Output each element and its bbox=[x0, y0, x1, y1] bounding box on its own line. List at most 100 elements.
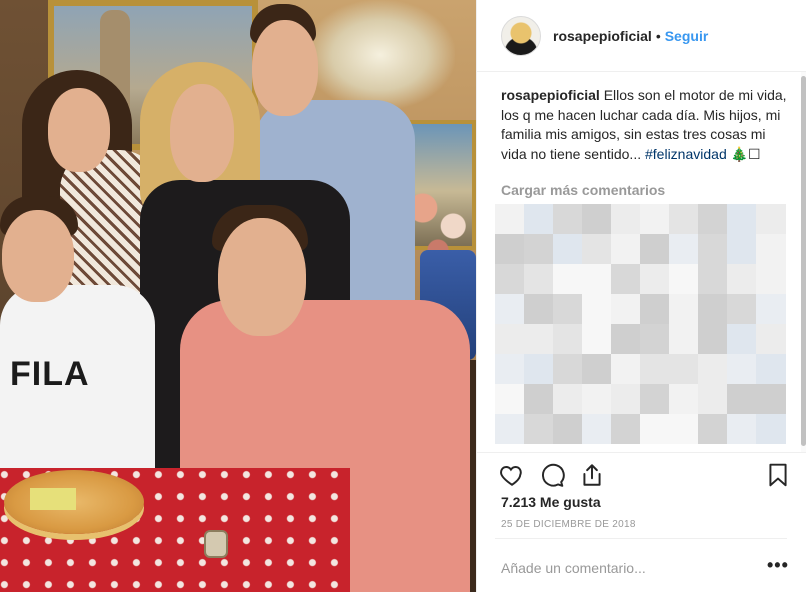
save-button[interactable] bbox=[765, 462, 791, 488]
comment-button[interactable] bbox=[539, 462, 565, 488]
blurred-comment-pixel bbox=[524, 414, 554, 444]
blurred-comment-pixel bbox=[611, 324, 641, 354]
blurred-comment-pixel bbox=[553, 264, 583, 294]
blurred-comment-pixel bbox=[640, 384, 670, 414]
blurred-comment-pixel bbox=[640, 294, 670, 324]
blurred-comment-pixel bbox=[756, 324, 786, 354]
photo-cake-card bbox=[30, 488, 76, 510]
blurred-comment-pixel bbox=[756, 234, 786, 264]
blurred-comment-pixel bbox=[611, 264, 641, 294]
photo-chandelier bbox=[305, 0, 455, 110]
caption-username[interactable]: rosapepioficial bbox=[501, 87, 600, 103]
blurred-comment-pixel bbox=[669, 264, 699, 294]
blurred-comment-pixel bbox=[640, 234, 670, 264]
post-header: rosapepioficial • Seguir bbox=[477, 0, 806, 72]
photo-person-face bbox=[218, 218, 306, 336]
comment-input[interactable] bbox=[501, 557, 751, 579]
blurred-comment-pixel bbox=[611, 204, 641, 234]
blurred-comment-pixel bbox=[727, 324, 757, 354]
blurred-comment-pixel bbox=[669, 204, 699, 234]
photo-person-face bbox=[252, 20, 318, 116]
blurred-comment-pixel bbox=[495, 264, 525, 294]
blurred-comment-pixel bbox=[756, 354, 786, 384]
post-date[interactable]: 25 DE DICIEMBRE DE 2018 bbox=[501, 519, 636, 530]
photo-person-face bbox=[2, 210, 74, 302]
divider bbox=[495, 538, 787, 539]
blurred-comment-pixel bbox=[553, 204, 583, 234]
blurred-comment-pixel bbox=[524, 324, 554, 354]
blurred-comment-pixel bbox=[524, 384, 554, 414]
blurred-comment-pixel bbox=[553, 414, 583, 444]
post-side-panel: rosapepioficial • Seguir rosapepioficial… bbox=[476, 0, 806, 592]
blurred-comment-pixel bbox=[669, 354, 699, 384]
heart-icon bbox=[500, 466, 522, 486]
blurred-comments bbox=[495, 204, 787, 444]
header-separator: • bbox=[655, 27, 661, 44]
blurred-comment-pixel bbox=[727, 354, 757, 384]
blurred-comment-pixel bbox=[495, 294, 525, 324]
blurred-comment-pixel bbox=[553, 324, 583, 354]
blurred-comment-pixel bbox=[698, 204, 728, 234]
blurred-comment-pixel bbox=[611, 384, 641, 414]
blurred-comment-pixel bbox=[524, 294, 554, 324]
blurred-comment-pixel bbox=[756, 294, 786, 324]
blurred-comment-pixel bbox=[582, 264, 612, 294]
blurred-comment-pixel bbox=[495, 204, 525, 234]
blurred-comment-pixel bbox=[698, 384, 728, 414]
blurred-comment-pixel bbox=[669, 294, 699, 324]
caption-hashtag[interactable]: #feliznavidad bbox=[645, 146, 727, 162]
divider bbox=[477, 452, 806, 453]
blurred-comment-pixel bbox=[669, 384, 699, 414]
blurred-comment-pixel bbox=[756, 384, 786, 414]
photo-person-face bbox=[170, 84, 234, 182]
like-button[interactable] bbox=[499, 462, 525, 488]
blurred-comment-pixel bbox=[582, 384, 612, 414]
blurred-comment-pixel bbox=[698, 414, 728, 444]
blurred-comment-pixel bbox=[553, 384, 583, 414]
likes-count[interactable]: 7.213 Me gusta bbox=[501, 494, 601, 510]
blurred-comment-pixel bbox=[698, 354, 728, 384]
blurred-comment-pixel bbox=[727, 234, 757, 264]
comment-bubble-icon bbox=[542, 463, 565, 487]
blurred-comment-pixel bbox=[553, 294, 583, 324]
blurred-comment-pixel bbox=[495, 384, 525, 414]
blurred-comment-pixel bbox=[640, 324, 670, 354]
post-caption: rosapepioficial Ellos son el motor de mi… bbox=[501, 86, 787, 164]
blurred-comment-pixel bbox=[582, 324, 612, 354]
follow-button[interactable]: Seguir bbox=[665, 28, 709, 44]
avatar[interactable] bbox=[501, 15, 541, 56]
blurred-comment-pixel bbox=[495, 234, 525, 264]
post-actions bbox=[499, 462, 791, 488]
blurred-comment-pixel bbox=[582, 294, 612, 324]
blurred-comment-pixel bbox=[669, 414, 699, 444]
bookmark-icon bbox=[769, 463, 787, 487]
blurred-comment-pixel bbox=[669, 234, 699, 264]
photo-person-face bbox=[48, 88, 110, 172]
blurred-comment-pixel bbox=[727, 264, 757, 294]
share-icon bbox=[583, 464, 601, 486]
header-username[interactable]: rosapepioficial bbox=[553, 28, 652, 44]
blurred-comment-pixel bbox=[524, 354, 554, 384]
blurred-comment-pixel bbox=[495, 414, 525, 444]
blurred-comment-pixel bbox=[582, 204, 612, 234]
blurred-comment-pixel bbox=[524, 204, 554, 234]
scrollbar-thumb[interactable] bbox=[801, 76, 806, 446]
blurred-comment-pixel bbox=[727, 384, 757, 414]
blurred-comment-pixel bbox=[495, 354, 525, 384]
comments-scrollbar[interactable] bbox=[801, 72, 806, 452]
share-button[interactable] bbox=[579, 462, 605, 488]
blurred-comment-pixel bbox=[582, 354, 612, 384]
blurred-comment-pixel bbox=[640, 264, 670, 294]
post-photo[interactable]: FILA bbox=[0, 0, 476, 592]
blurred-comment-pixel bbox=[640, 354, 670, 384]
caption-emoji: 🎄☐ bbox=[730, 145, 761, 162]
blurred-comment-pixel bbox=[756, 204, 786, 234]
load-more-comments-button[interactable]: Cargar más comentarios bbox=[501, 182, 665, 198]
blurred-comment-pixel bbox=[727, 294, 757, 324]
more-options-button[interactable]: ••• bbox=[767, 555, 789, 576]
photo-shirt-logo: FILA bbox=[10, 355, 90, 393]
blurred-comment-pixel bbox=[582, 414, 612, 444]
blurred-comment-pixel bbox=[756, 264, 786, 294]
blurred-comment-pixel bbox=[698, 264, 728, 294]
blurred-comment-pixel bbox=[611, 354, 641, 384]
